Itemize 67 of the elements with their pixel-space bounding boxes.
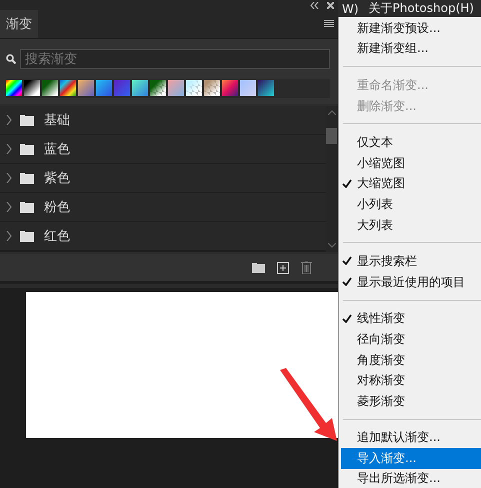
menu-item[interactable]: 导入渐变... (341, 448, 481, 469)
folder-label: 蓝色 (44, 141, 70, 158)
search-icon (6, 54, 16, 64)
gradient-swatch[interactable] (114, 80, 130, 96)
gradient-swatch[interactable] (240, 80, 256, 96)
folder-label: 紫色 (44, 170, 70, 187)
gradient-folder[interactable]: 粉色 (0, 193, 326, 221)
folder-icon[interactable] (252, 262, 265, 272)
chevron-icon[interactable] (6, 173, 12, 183)
menu-item[interactable]: 追加默认渐变... (339, 428, 481, 448)
gradient-swatch[interactable] (204, 80, 220, 96)
menu-item[interactable]: 显示最近使用的项目 (339, 272, 481, 293)
chevron-icon[interactable] (6, 231, 12, 241)
panel-tab[interactable]: 渐变 (0, 10, 38, 38)
menu-item[interactable]: 新建渐变预设... (339, 18, 481, 39)
folder-icon (20, 114, 34, 126)
menu-item[interactable]: 显示搜索栏 (339, 251, 481, 272)
folder-icon (20, 172, 34, 184)
folder-label: 粉色 (44, 199, 70, 216)
gradient-folder[interactable]: 紫色 (0, 164, 326, 192)
folder-label: 红色 (44, 228, 70, 245)
gradient-swatch[interactable] (96, 80, 112, 96)
gradient-swatch[interactable] (60, 80, 76, 96)
gradient-swatch[interactable] (24, 80, 40, 96)
menu-bar-item[interactable]: W) (342, 2, 359, 16)
collapse-icon[interactable] (310, 2, 319, 8)
close-icon[interactable] (327, 2, 334, 8)
scroll-up-icon[interactable] (328, 110, 336, 115)
gradient-swatch[interactable] (186, 80, 202, 96)
add-icon[interactable] (277, 262, 289, 274)
gradient-swatch[interactable] (78, 80, 94, 96)
menu-item[interactable]: 新建渐变组... (339, 38, 481, 60)
gradient-folder[interactable]: 基础 (0, 106, 326, 134)
folder-icon (20, 202, 34, 212)
scrollbar[interactable] (326, 106, 338, 252)
menu-item[interactable]: 径向渐变 (339, 329, 481, 350)
chevron-icon[interactable] (6, 144, 12, 154)
folder-icon (20, 144, 34, 154)
menu-item[interactable]: 小缩览图 (339, 152, 481, 174)
chevron-icon[interactable] (6, 115, 12, 125)
gradient-swatch[interactable] (42, 80, 58, 96)
trash-icon[interactable] (301, 261, 312, 274)
folder-icon (20, 230, 34, 242)
folder-label: 基础 (44, 112, 70, 129)
gradient-swatch[interactable] (258, 80, 274, 96)
search-field[interactable]: 搜索渐变 (20, 49, 330, 69)
menu-item[interactable]: 菱形渐变 (339, 390, 481, 412)
scroll-down-icon[interactable] (328, 243, 336, 248)
gradient-swatch[interactable] (6, 80, 22, 96)
menu-item[interactable]: 导出所选渐变... (339, 468, 481, 488)
menu-item[interactable]: 大列表 (339, 214, 481, 236)
chevron-icon[interactable] (6, 202, 12, 212)
menu-item[interactable]: 对称渐变 (339, 370, 481, 391)
gradient-swatch[interactable] (150, 80, 166, 96)
gradient-swatch[interactable] (222, 80, 238, 96)
gradient-swatch[interactable] (132, 80, 148, 96)
gradient-swatch[interactable] (168, 80, 184, 96)
gradient-folder[interactable]: 红色 (0, 222, 326, 250)
gradient-folder[interactable]: 蓝色 (0, 135, 326, 163)
menu-item[interactable]: 角度渐变 (339, 350, 481, 370)
menu-bar-item[interactable]: 关于Photoshop(H) (368, 0, 474, 17)
scroll-thumb[interactable] (326, 128, 337, 144)
menu-item[interactable]: 小列表 (339, 194, 481, 215)
menu-icon[interactable] (324, 20, 334, 28)
menu-item[interactable]: 线性渐变 (339, 308, 481, 330)
menu-item[interactable]: 大缩览图 (339, 174, 481, 194)
menu-item[interactable]: 仅文本 (339, 132, 481, 153)
